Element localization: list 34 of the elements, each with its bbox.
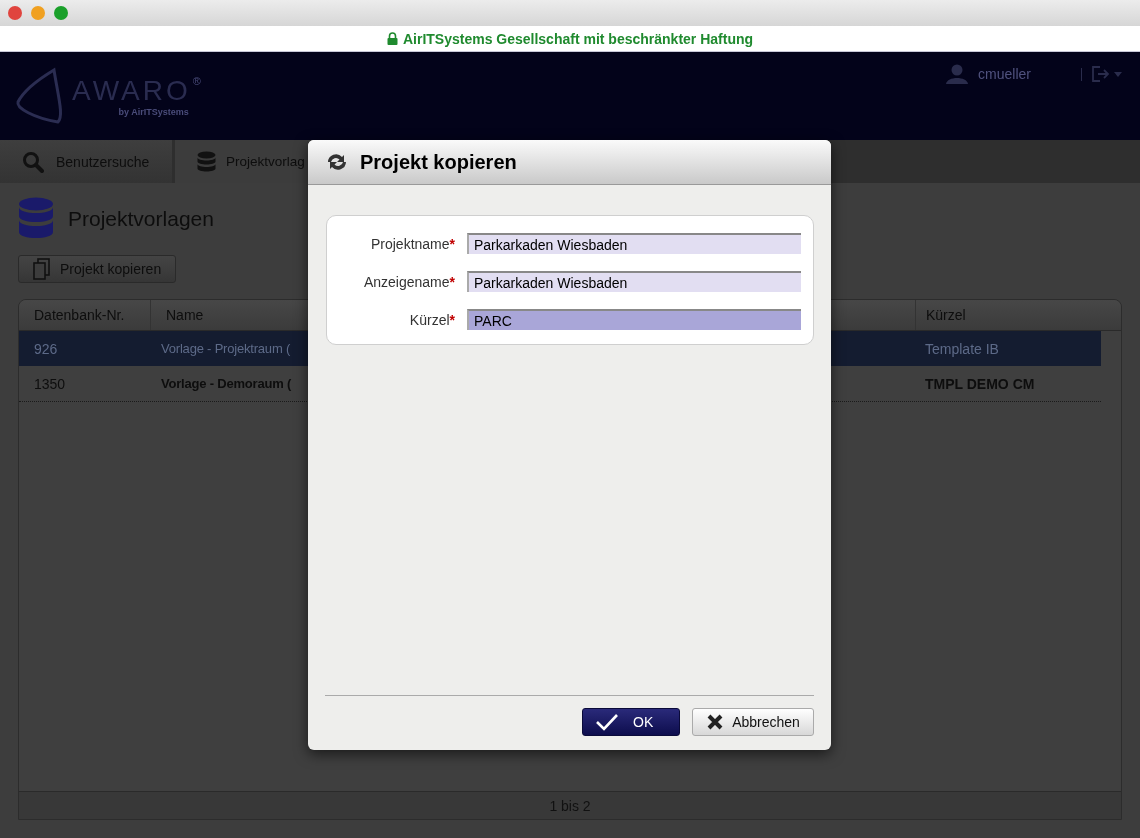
cancel-button[interactable]: Abbrechen	[692, 708, 814, 736]
minimize-button[interactable]	[31, 6, 45, 20]
site-identity: AirITSystems Gesellschaft mit beschränkter Haftung	[402, 30, 754, 47]
close-icon	[706, 713, 725, 731]
logo-byline: by AirITSystems	[118, 107, 189, 117]
registered-mark: ®	[192, 75, 201, 87]
required-mark: *	[449, 273, 455, 290]
field-label: Projektname*	[369, 235, 455, 252]
field-label: Anzeigename*	[362, 273, 455, 290]
database-icon	[18, 197, 54, 241]
dialog-title: Projekt kopieren	[360, 150, 517, 174]
separator-line	[1081, 67, 1082, 81]
table-cell-text: Vorlage - Projektraum (	[160, 340, 292, 358]
checkmark-icon	[595, 713, 619, 731]
database-icon	[197, 150, 216, 173]
sync-icon	[326, 153, 348, 171]
user-icon	[946, 64, 969, 84]
address-bar[interactable]: AirITSystems Gesellschaft mit beschränkter Haftung	[0, 26, 1140, 52]
input-field[interactable]: Parkarkaden Wiesbaden	[467, 271, 801, 292]
table-cell-text: 926	[33, 339, 59, 359]
copy-icon	[33, 258, 50, 280]
input-field[interactable]: PARC	[467, 309, 801, 330]
username[interactable]: cmueller	[978, 66, 1031, 82]
search-icon	[22, 150, 44, 173]
zoom-button[interactable]	[54, 6, 68, 20]
field-label: Kürzel*	[408, 311, 455, 328]
logout-icon[interactable]	[1092, 66, 1122, 82]
table-cell-text: Template IB	[924, 339, 1000, 359]
ok-button[interactable]: OK	[582, 708, 680, 736]
close-button[interactable]	[8, 6, 22, 20]
lock-icon	[386, 32, 398, 45]
required-mark: *	[449, 311, 455, 328]
required-mark: *	[449, 235, 455, 252]
input-field[interactable]: Parkarkaden Wiesbaden	[467, 233, 801, 254]
